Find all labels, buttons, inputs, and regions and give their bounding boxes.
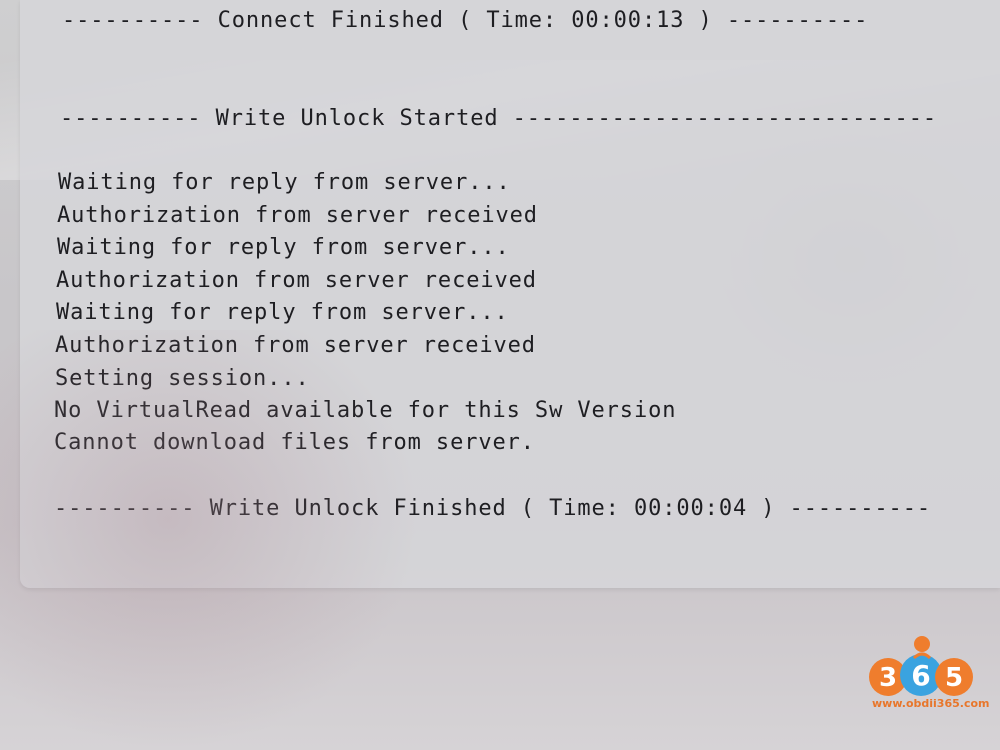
log-line-1: Waiting for reply from server... [58, 170, 511, 195]
connect-finished-line: ---------- Connect Finished ( Time: 00:0… [62, 8, 869, 33]
log-line-3: Waiting for reply from server... [57, 235, 510, 260]
log-line-9: Cannot download files from server. [54, 430, 535, 455]
write-unlock-finished-line: ---------- Write Unlock Finished ( Time:… [54, 496, 931, 521]
write-unlock-started-line: ---------- Write Unlock Started --------… [60, 106, 937, 131]
log-line-7: Setting session... [55, 366, 310, 391]
log-line-2: Authorization from server received [57, 203, 538, 228]
svg-text:3: 3 [879, 663, 897, 693]
watermark-url: www.obdii365.com [872, 697, 990, 710]
log-line-6: Authorization from server received [55, 333, 536, 358]
console-output-panel: ---------- Connect Finished ( Time: 00:0… [20, 0, 1000, 588]
log-line-8: No VirtualRead available for this Sw Ver… [54, 398, 677, 423]
svg-text:5: 5 [945, 663, 963, 693]
log-line-5: Waiting for reply from server... [56, 300, 509, 325]
log-line-4: Authorization from server received [56, 268, 537, 293]
svg-text:6: 6 [911, 659, 930, 692]
